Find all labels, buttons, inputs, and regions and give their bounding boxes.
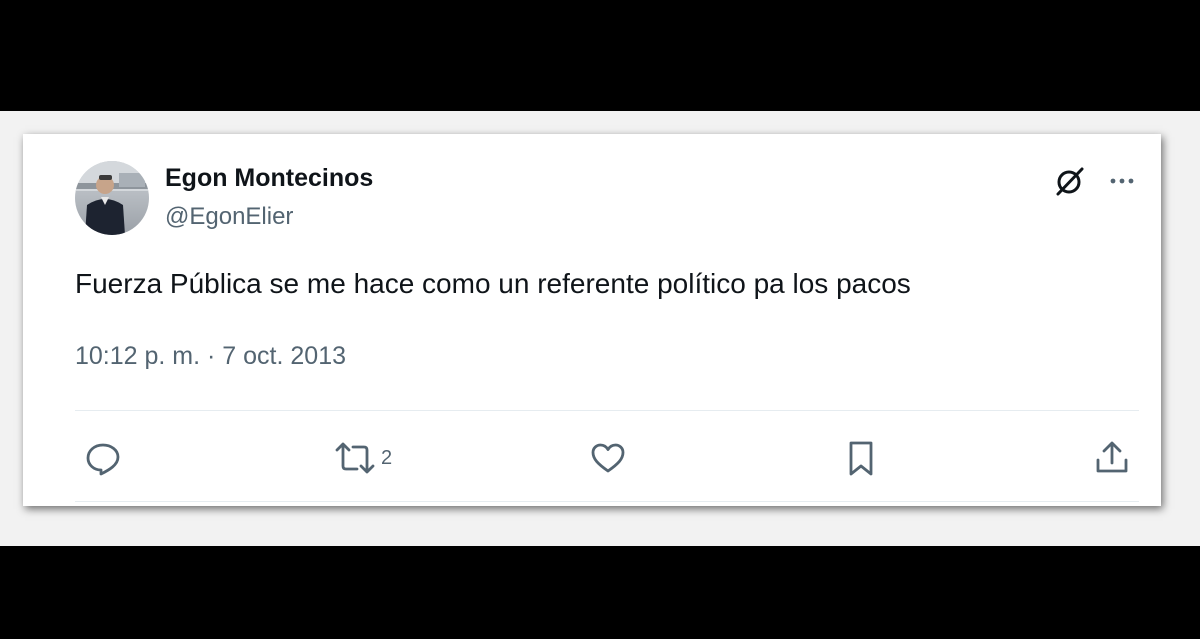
divider [75,410,1139,411]
retweet-icon [333,438,377,478]
retweet-count: 2 [381,446,393,469]
tweet-text: Fuerza Pública se me hace como un refere… [75,268,911,299]
top-black-band [0,0,1200,111]
bookmark-icon [841,438,881,478]
more-icon[interactable] [1105,164,1139,198]
retweet-button[interactable]: 2 [333,438,392,478]
reply-button[interactable] [83,438,123,478]
author-handle[interactable]: @EgonElier [165,203,293,231]
grok-icon[interactable] [1053,164,1087,198]
like-button[interactable] [588,438,628,478]
tweet-card: Egon Montecinos @EgonElier Fuerza Públic… [23,134,1161,506]
bottom-black-band [0,546,1200,639]
author-name[interactable]: Egon Montecinos [165,164,373,193]
share-button[interactable] [1092,438,1132,478]
divider [75,501,1139,502]
share-icon [1092,438,1132,478]
heart-icon [588,438,628,478]
tweet-timestamp[interactable]: 10:12 p. m. · 7 oct. 2013 [75,342,346,371]
avatar[interactable] [75,161,149,235]
reply-icon [83,438,123,478]
bookmark-button[interactable] [841,438,881,478]
